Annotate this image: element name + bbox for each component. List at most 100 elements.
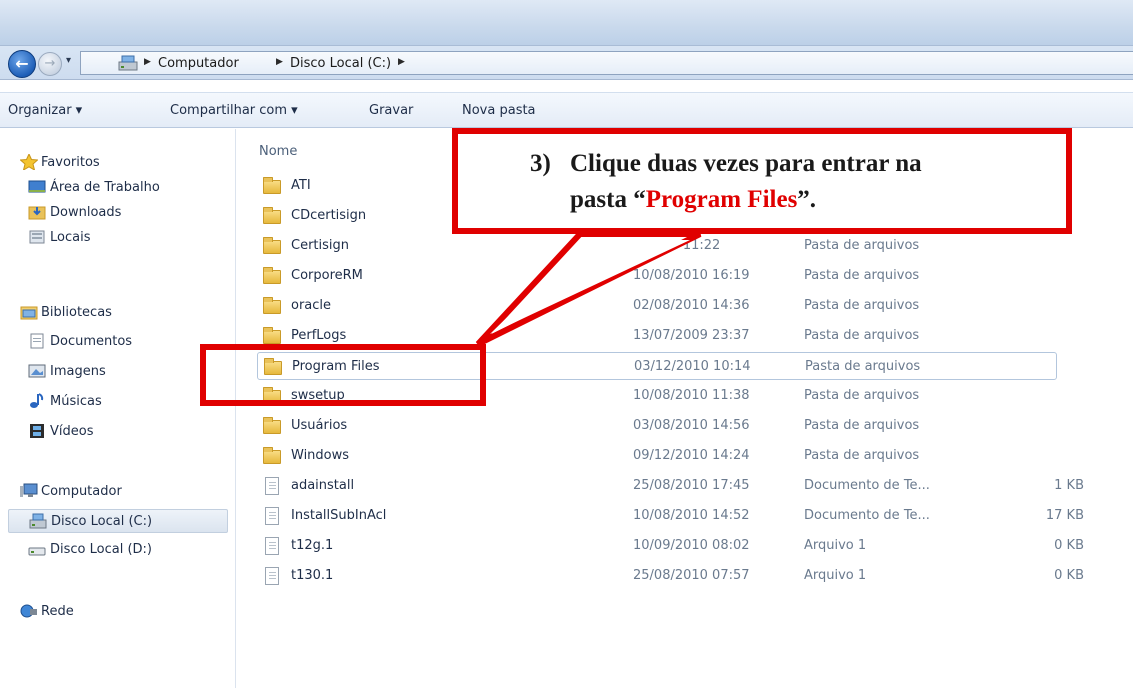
nav-videos[interactable]: Vídeos [0,420,235,444]
documents-icon [30,333,44,349]
breadcrumb-separator-icon[interactable]: ▶ [144,57,151,67]
table-row[interactable]: CorporeRM 10/08/2010 16:19 Pasta de arquiv… [257,262,1057,290]
file-name: Usuários [291,418,348,433]
file-date-modified: 03/12/2010 10:14 [634,359,751,374]
file-name: t130.1 [291,568,334,583]
folder-icon [263,207,281,225]
file-date-modified: 25/08/2010 17:45 [633,478,750,493]
callout-line-2: pasta “Program Files”. [570,186,816,214]
table-row[interactable]: Certisign 2/2010 11:22 Pasta de arquivos [257,232,1057,260]
command-toolbar: Organizar ▾ Compartilhar com ▾ Gravar No… [0,92,1133,128]
nav-desktop-label: Área de Trabalho [50,180,160,195]
local-disk-c-icon [29,513,47,529]
file-type: Pasta de arquivos [804,298,920,313]
nav-libraries-label: Bibliotecas [41,305,112,320]
nav-computer[interactable]: Computador [0,480,235,504]
file-size: 0 KB [1054,568,1084,583]
images-icon [28,364,46,378]
file-type: Documento de Te... [804,508,930,523]
file-date-modified: 2/2010 11:22 [633,238,721,253]
file-type: Pasta de arquivos [804,388,920,403]
table-row[interactable]: oracle 02/08/2010 14:36 Pasta de arquivos [257,292,1057,320]
recent-pages-dropdown-icon[interactable]: ▾ [66,55,71,66]
callout-line-2-prefix: pasta “ [570,186,646,213]
forward-arrow-icon[interactable]: → [38,52,62,76]
desktop-icon [28,180,46,193]
folder-icon [263,237,281,255]
share-with-menu-button[interactable]: Compartilhar com ▾ [170,103,298,118]
file-name: Certisign [291,238,350,253]
breadcrumb-computador[interactable]: Computador [158,56,239,71]
document-icon [263,507,281,525]
file-name: oracle [291,298,332,313]
file-type: Arquivo 1 [804,568,867,583]
breadcrumb-separator-icon[interactable]: ▶ [398,57,405,67]
file-date-modified: 10/09/2010 08:02 [633,538,750,553]
table-row[interactable]: adainstall 25/08/2010 17:45 Documento de T… [257,472,1084,500]
film-icon [30,424,44,438]
window-title-bar [0,0,1133,46]
file-name: CDcertisign [291,208,367,223]
folder-icon [263,297,281,315]
places-icon [29,230,45,244]
computer-drive-icon [118,55,138,71]
table-row[interactable]: Windows 09/12/2010 14:24 Pasta de arquivos [257,442,1057,470]
file-size: 0 KB [1054,538,1084,553]
file-date-modified: 10/08/2010 11:38 [633,388,750,403]
table-row[interactable]: InstallSubInAcl 10/08/2010 14:52 Documento… [257,502,1084,530]
nav-drive-c-label: Disco Local (C:) [51,514,153,529]
callout-line-2-highlight: Program Files [645,186,798,213]
downloads-folder-icon [28,206,46,220]
new-folder-button[interactable]: Nova pasta [462,103,536,118]
nav-places-label: Locais [50,230,91,245]
file-date-modified: 03/08/2010 14:56 [633,418,750,433]
table-row[interactable]: t130.1 25/08/2010 07:57 Arquivo 1 0 KB [257,562,1084,590]
nav-network[interactable]: Rede [0,600,235,624]
file-name: ATI [291,178,311,193]
nav-downloads[interactable]: Downloads [0,201,235,225]
file-type: Pasta de arquivos [804,328,920,343]
local-disk-d-icon [28,547,46,556]
table-row[interactable]: t12g.1 10/09/2010 08:02 Arquivo 1 0 KB [257,532,1084,560]
nav-documents-label: Documentos [50,334,133,349]
file-date-modified: 10/08/2010 16:19 [633,268,750,283]
nav-drive-c[interactable]: Disco Local (C:) [8,509,228,533]
nav-drive-d[interactable]: Disco Local (D:) [0,538,235,562]
folder-icon [263,447,281,465]
nav-music-label: Músicas [50,394,102,409]
file-size: 17 KB [1045,508,1084,523]
folder-icon [263,177,281,195]
file-type: Documento de Te... [804,478,930,493]
computer-icon [20,483,38,497]
program-files-highlight-box [200,344,486,406]
file-type: Pasta de arquivos [805,359,921,374]
column-header-name[interactable]: Nome [259,144,297,159]
file-type: Pasta de arquivos [804,418,920,433]
nav-favorites-label: Favoritos [41,155,100,170]
breadcrumb-separator-icon[interactable]: ▶ [276,57,283,67]
file-name: InstallSubInAcl [291,508,387,523]
breadcrumb-disco-local-c[interactable]: Disco Local (C:) [290,56,391,71]
organize-menu-button[interactable]: Organizar ▾ [8,103,82,118]
file-name: t12g.1 [291,538,334,553]
file-name: CorporeRM [291,268,363,283]
nav-favorites[interactable]: Favoritos [0,151,235,175]
nav-computer-label: Computador [41,484,122,499]
nav-desktop[interactable]: Área de Trabalho [0,176,235,200]
file-type: Pasta de arquivos [804,238,920,253]
document-icon [263,477,281,495]
nav-images-label: Imagens [50,364,106,379]
back-arrow-icon[interactable]: ← [8,50,36,78]
file-date-modified: 13/07/2009 23:37 [633,328,750,343]
table-row[interactable]: Usuários 03/08/2010 14:56 Pasta de arquivo… [257,412,1057,440]
folder-icon [263,267,281,285]
burn-button[interactable]: Gravar [369,103,413,118]
file-date-modified: 10/08/2010 14:52 [633,508,750,523]
file-name: adainstall [291,478,355,493]
nav-drive-d-label: Disco Local (D:) [50,542,152,557]
nav-places[interactable]: Locais [0,226,235,250]
folder-icon [263,327,281,345]
file-date-modified: 02/08/2010 14:36 [633,298,750,313]
nav-libraries[interactable]: Bibliotecas [0,301,235,325]
file-type: Pasta de arquivos [804,268,920,283]
